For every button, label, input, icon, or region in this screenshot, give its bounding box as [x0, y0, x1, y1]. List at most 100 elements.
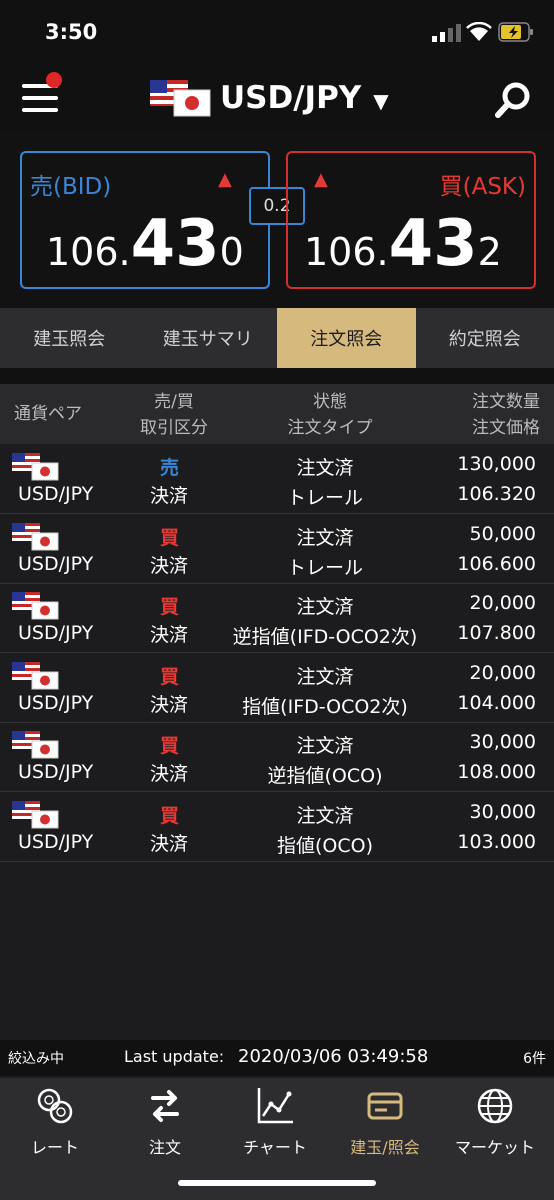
tab-executions[interactable]: 約定照会	[416, 308, 554, 368]
nav-label: レート	[30, 1138, 79, 1157]
pair-selector[interactable]: USD/JPY ▼	[148, 76, 389, 120]
row-category: 決済	[150, 832, 189, 855]
row-order-type: トレール	[286, 487, 363, 509]
row-side: 売	[160, 457, 180, 479]
view-tabs: 建玉照会 建玉サマリ 注文照会 約定照会	[0, 308, 554, 368]
table-row[interactable]: USD/JPY 売決済 注文済トレール 130,000 106.320	[0, 445, 554, 514]
menu-button[interactable]	[22, 72, 62, 116]
header-category: 取引区分	[140, 418, 208, 438]
header-side: 売/買	[154, 392, 194, 412]
row-quantity: 130,000	[457, 453, 536, 475]
row-quantity: 30,000	[469, 731, 536, 753]
info-bar: 絞込み中 Last update: 2020/03/06 03:49:58 6件	[0, 1040, 554, 1076]
filter-status: 絞込み中	[8, 1051, 64, 1067]
row-pair: USD/JPY	[18, 483, 94, 505]
last-update-value: 2020/03/06 03:49:58	[238, 1046, 429, 1067]
row-quantity: 50,000	[469, 522, 536, 545]
menu-bar	[22, 108, 58, 112]
header-pair: 通貨ペア	[14, 404, 82, 424]
row-order-type: 逆指値(IFD-OCO2次)	[232, 626, 418, 648]
order-count: 6件	[523, 1051, 546, 1067]
divider	[0, 368, 554, 384]
row-order-type: 指値(IFD-OCO2次)	[242, 695, 408, 718]
nav-chart[interactable]: チャート	[220, 1086, 330, 1158]
nav-label: 建玉/照会	[350, 1138, 420, 1157]
row-pair: USD/JPY	[18, 761, 94, 783]
nav-positions[interactable]: 建玉/照会	[330, 1086, 440, 1158]
rate-icon	[37, 1088, 73, 1124]
row-order-type: トレール	[286, 556, 363, 579]
bid-price: 106.430	[46, 207, 244, 281]
usd-jpy-flag-icon	[12, 731, 59, 759]
pair-title: USD/JPY	[220, 80, 362, 116]
last-update-label: Last update:	[124, 1047, 225, 1066]
row-category: 決済	[150, 624, 189, 646]
nav-order[interactable]: 注文	[110, 1086, 220, 1158]
row-category: 決済	[150, 485, 189, 507]
notification-dot	[46, 72, 62, 88]
row-quantity: 30,000	[469, 800, 536, 823]
row-price: 104.000	[457, 691, 536, 714]
row-side: 買	[160, 665, 180, 688]
order-icon	[151, 1090, 179, 1122]
usd-jpy-flag-icon	[12, 453, 59, 481]
nav-label: チャート	[243, 1138, 307, 1157]
row-order-type: 指値(OCO)	[276, 834, 373, 857]
tab-positions[interactable]: 建玉照会	[0, 308, 139, 368]
header-price: 注文価格	[472, 418, 540, 438]
nav-rate[interactable]: レート	[0, 1086, 110, 1158]
menu-bar	[22, 96, 58, 100]
table-row[interactable]: USD/JPY 買決済 注文済指値(OCO) 30,000 103.000	[0, 793, 554, 862]
ask-quote-button[interactable]: ▲ 買(ASK) 106.432	[286, 151, 536, 289]
usd-jpy-flag-icon	[12, 592, 59, 620]
position-icon	[367, 1092, 403, 1120]
row-status: 注文済	[296, 526, 354, 549]
globe-icon	[477, 1088, 513, 1124]
nav-market[interactable]: マーケット	[440, 1086, 550, 1158]
row-quantity: 20,000	[469, 592, 536, 614]
signal-icon	[432, 24, 461, 42]
price-up-icon: ▲	[314, 169, 328, 190]
tab-position-summary[interactable]: 建玉サマリ	[139, 308, 278, 368]
header-quantity: 注文数量	[472, 392, 540, 412]
row-price: 106.320	[457, 483, 536, 505]
row-status: 注文済	[296, 457, 354, 479]
row-price: 106.600	[457, 552, 536, 575]
row-category: 決済	[150, 554, 189, 577]
table-row[interactable]: USD/JPY 買決済 注文済 逆指値(IFD-OCO2次) 20,000 107.800	[0, 584, 554, 653]
row-price: 107.800	[457, 622, 536, 644]
table-header: 通貨ペア 売/買 取引区分 状態 注文タイプ 注文数量 注文価格	[0, 384, 554, 444]
row-side: 買	[160, 596, 180, 618]
usd-jpy-flag-icon	[12, 800, 59, 828]
usd-jpy-flag-icon	[150, 80, 211, 117]
row-status: 注文済	[296, 804, 354, 827]
tab-orders[interactable]: 注文照会	[277, 308, 416, 368]
row-status: 注文済	[296, 596, 354, 618]
table-row[interactable]: USD/JPY 買決済 注文済 指値(IFD-OCO2次) 20,000 104.000	[0, 654, 554, 723]
chart-icon	[257, 1088, 293, 1124]
bid-label: 売(BID)	[30, 174, 112, 200]
table-row[interactable]: USD/JPY 買決済 注文済 逆指値(OCO) 30,000 108.000	[0, 723, 554, 792]
row-category: 決済	[150, 693, 189, 716]
row-status: 注文済	[296, 665, 354, 688]
nav-label: マーケット	[454, 1138, 535, 1157]
table-row[interactable]: USD/JPY 買決済 注文済トレール 50,000 106.600	[0, 515, 554, 584]
ask-price: 106.432	[304, 207, 502, 281]
home-indicator	[178, 1180, 376, 1186]
row-status: 注文済	[296, 735, 354, 757]
row-order-type: 逆指値(OCO)	[267, 765, 383, 787]
row-side: 買	[160, 526, 180, 549]
usd-jpy-flag-icon	[12, 522, 59, 550]
row-pair: USD/JPY	[18, 830, 94, 853]
search-icon[interactable]	[494, 80, 534, 120]
header-order-type: 注文タイプ	[287, 418, 373, 438]
chevron-down-icon: ▼	[373, 89, 389, 113]
ask-label: 買(ASK)	[439, 174, 526, 200]
row-price: 108.000	[457, 761, 536, 783]
price-up-icon: ▲	[218, 169, 232, 190]
row-price: 103.000	[457, 830, 536, 853]
row-pair: USD/JPY	[18, 552, 94, 575]
row-side: 買	[160, 735, 180, 757]
bid-quote-button[interactable]: 売(BID) ▲ 106.430	[20, 151, 270, 289]
row-side: 買	[160, 804, 180, 827]
